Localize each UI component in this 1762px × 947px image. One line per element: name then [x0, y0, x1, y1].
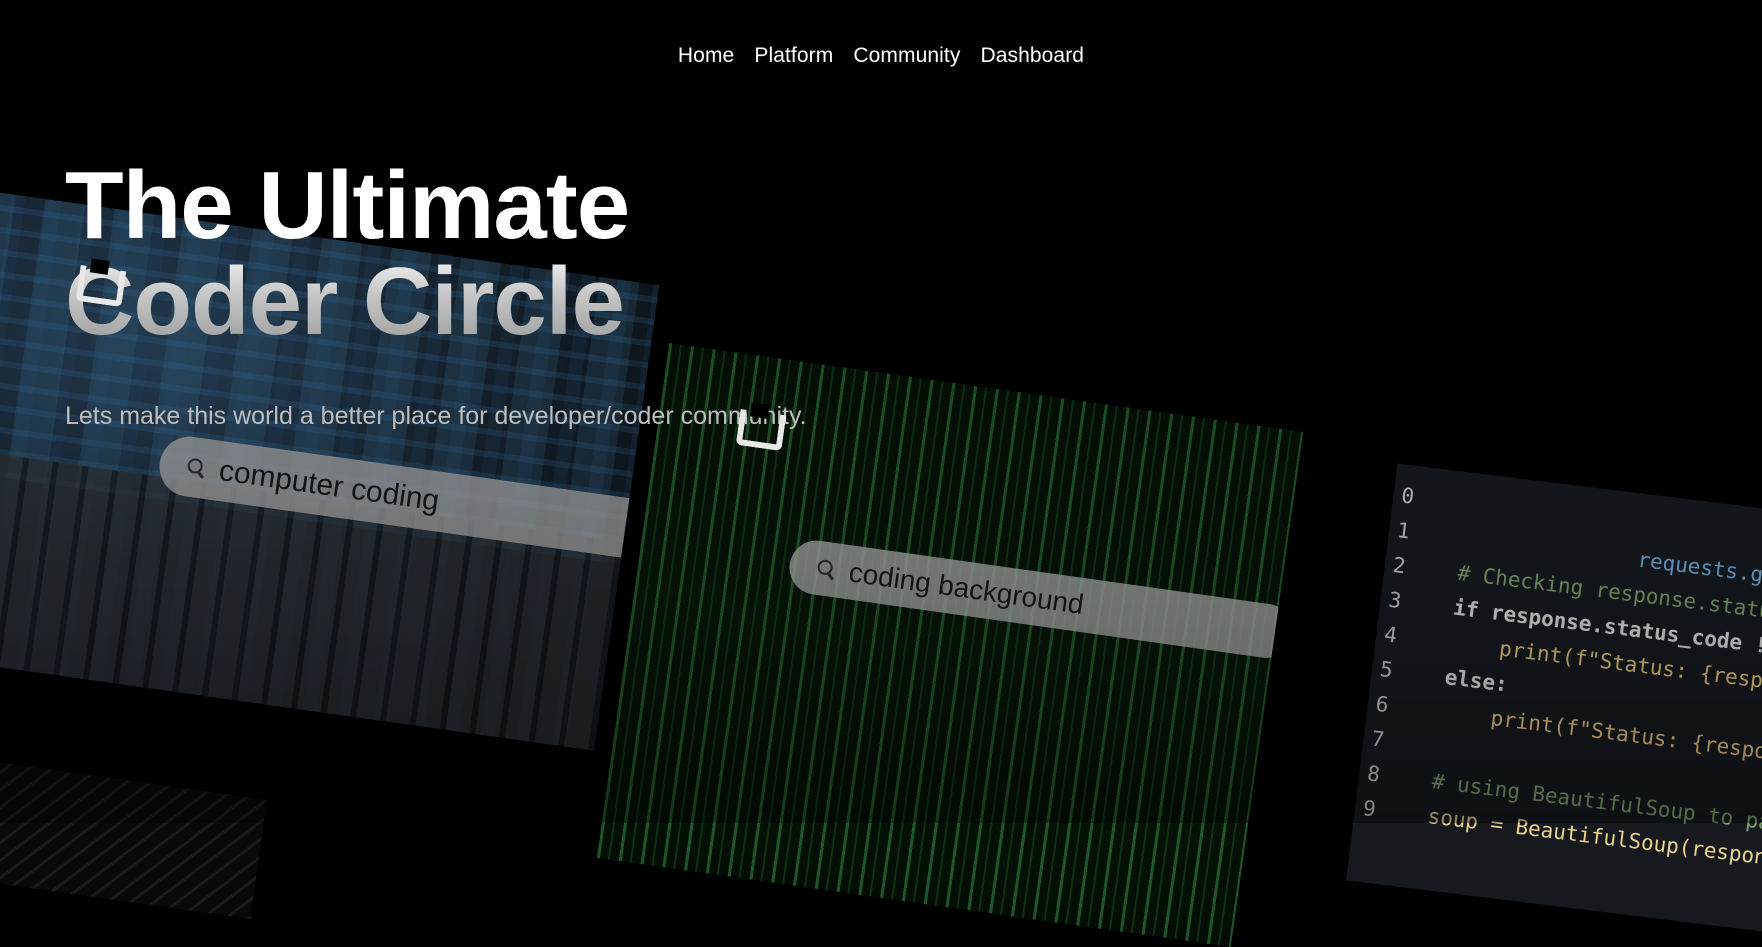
hero-subtitle: Lets make this world a better place for …	[65, 402, 807, 430]
code-line-number: 0	[1400, 483, 1416, 509]
code-line-number: 3	[1387, 587, 1403, 613]
code-line-number: 6	[1374, 691, 1390, 718]
code-snippet: 01 requests.get(url 2 # Checking response…	[1346, 464, 1762, 937]
code-line-number: 2	[1391, 552, 1407, 579]
hero-title-line-2: Coder Circle	[65, 254, 965, 350]
search-icon	[816, 559, 836, 579]
code-line-number: 5	[1378, 657, 1395, 683]
hero-section: The Ultimate Coder Circle Lets make this…	[65, 158, 965, 431]
logo-mark-icon	[735, 408, 787, 452]
hero-image-coding-background: coding background	[596, 342, 1304, 947]
hero-title-line-1: The Ultimate	[65, 152, 630, 259]
nav-home[interactable]: Home	[668, 44, 744, 68]
code-line-number: 1	[1395, 518, 1412, 544]
main-nav: Home Platform Community Dashboard	[0, 40, 1762, 72]
hero-image-partial	[0, 761, 267, 919]
nav-community[interactable]: Community	[843, 44, 970, 68]
code-line-number: 8	[1365, 761, 1382, 787]
image-search-pill: coding background	[785, 537, 1297, 662]
nav-platform[interactable]: Platform	[744, 44, 843, 68]
code-line-number: 9	[1361, 796, 1378, 822]
hero-title: The Ultimate Coder Circle	[65, 158, 965, 350]
code-line-text: else:	[1418, 661, 1510, 697]
code-line-number: 4	[1382, 622, 1399, 648]
image-search-text: coding background	[847, 556, 1086, 621]
hero-image-code-editor: 01 requests.get(url 2 # Checking response…	[1346, 463, 1762, 937]
search-icon	[186, 457, 206, 477]
code-line-number: 7	[1370, 726, 1386, 752]
nav-dashboard[interactable]: Dashboard	[970, 44, 1094, 68]
logo-mark-icon	[75, 264, 127, 308]
